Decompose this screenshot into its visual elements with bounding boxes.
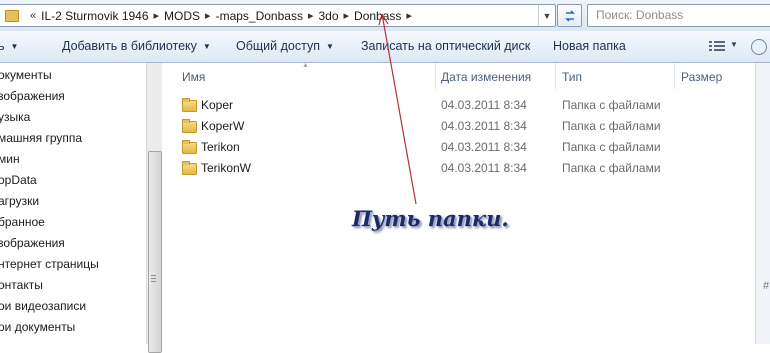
annotation-arrow xyxy=(378,13,417,205)
annotation-label: Путь папки. xyxy=(352,206,509,231)
